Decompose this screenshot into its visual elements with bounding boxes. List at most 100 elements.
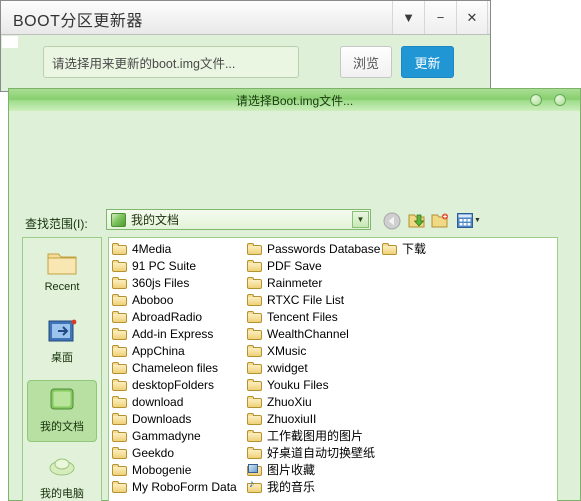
list-item[interactable]: 图片收藏 bbox=[247, 461, 382, 478]
browse-button[interactable]: 浏览 bbox=[340, 46, 392, 78]
folder-icon bbox=[112, 327, 128, 341]
look-in-value: 我的文档 bbox=[131, 213, 180, 227]
list-item[interactable]: 91 PC Suite bbox=[112, 257, 247, 274]
list-item-label: Tencent Files bbox=[267, 309, 338, 324]
back-icon[interactable] bbox=[382, 211, 402, 230]
close-circle-button[interactable] bbox=[554, 94, 566, 106]
list-item[interactable]: My RoboForm Data bbox=[112, 478, 247, 495]
folder-icon bbox=[247, 429, 263, 443]
list-item-label: Add-in Express bbox=[132, 326, 214, 341]
list-item[interactable]: 好桌道自动切换壁纸 bbox=[247, 444, 382, 461]
list-item[interactable]: WealthChannel bbox=[247, 325, 382, 342]
minimize-button[interactable]: − bbox=[424, 1, 456, 34]
boot-img-path-input[interactable]: 请选择用来更新的boot.img文件... bbox=[43, 46, 299, 78]
screen: BOOT分区更新器 ▼ − ✕ 请选择用来更新的boot.img文件... 浏览… bbox=[0, 0, 581, 501]
list-item[interactable]: Geekdo bbox=[112, 444, 247, 461]
list-item[interactable]: Passwords Database bbox=[247, 240, 382, 257]
list-item[interactable]: 下载 bbox=[382, 240, 517, 257]
list-item[interactable]: 4Media bbox=[112, 240, 247, 257]
pictures-folder-icon bbox=[247, 463, 263, 477]
list-item[interactable]: download bbox=[112, 393, 247, 410]
file-chooser-dialog: 请选择Boot.img文件... 查找范围(I): 我的文档 ▼ ▼ Recen… bbox=[8, 88, 581, 501]
list-item[interactable]: Downloads bbox=[112, 410, 247, 427]
views-chevron-down-icon[interactable]: ▼ bbox=[474, 217, 481, 224]
folder-icon bbox=[112, 242, 128, 256]
my-documents-icon bbox=[45, 385, 79, 415]
sidebar-item-my-documents[interactable]: 我的文档 bbox=[27, 380, 97, 442]
list-item-label: AbroadRadio bbox=[132, 309, 203, 324]
folder-icon bbox=[247, 327, 263, 341]
list-item[interactable]: Gammadyne bbox=[112, 427, 247, 444]
list-item[interactable]: XMusic bbox=[247, 342, 382, 359]
look-in-label: 查找范围(I): bbox=[25, 217, 88, 231]
list-item-label: 360js Files bbox=[132, 275, 190, 290]
list-item-label: 好桌道自动切换壁纸 bbox=[267, 446, 376, 460]
sidebar-item-recent[interactable]: Recent bbox=[27, 244, 97, 306]
list-item[interactable]: Rainmeter bbox=[247, 274, 382, 291]
list-item[interactable]: Tencent Files bbox=[247, 308, 382, 325]
list-item[interactable]: desktopFolders bbox=[112, 376, 247, 393]
folder-icon bbox=[112, 310, 128, 324]
list-item[interactable]: AppChina bbox=[112, 342, 247, 359]
views-icon[interactable] bbox=[455, 211, 475, 230]
list-item-label: Geekdo bbox=[132, 445, 175, 460]
list-item-label: Chameleon files bbox=[132, 360, 219, 375]
folder-icon bbox=[112, 412, 128, 426]
recent-folder-icon bbox=[45, 248, 79, 278]
list-item[interactable]: 我的音乐 bbox=[247, 478, 382, 495]
boot-updater-window: BOOT分区更新器 ▼ − ✕ 请选择用来更新的boot.img文件... 浏览… bbox=[0, 0, 491, 92]
list-item[interactable]: xwidget bbox=[247, 359, 382, 376]
folder-icon bbox=[112, 361, 128, 375]
folder-icon bbox=[247, 378, 263, 392]
desktop-icon bbox=[45, 316, 79, 346]
folder-icon bbox=[112, 463, 128, 477]
list-item[interactable]: Mobogenie bbox=[112, 461, 247, 478]
list-item[interactable]: Youku Files bbox=[247, 376, 382, 393]
list-item-label: desktopFolders bbox=[132, 377, 215, 392]
folder-icon bbox=[112, 378, 128, 392]
file-list-column: 4Media 91 PC Suite 360js Files Aboboo Abroad… bbox=[112, 240, 247, 495]
list-item-label: Aboboo bbox=[132, 292, 174, 307]
help-circle-button[interactable] bbox=[530, 94, 542, 106]
list-item[interactable]: 360js Files bbox=[112, 274, 247, 291]
file-list[interactable]: 4Media 91 PC Suite 360js Files Aboboo Abroad… bbox=[108, 237, 558, 501]
folder-icon bbox=[112, 276, 128, 290]
sidebar-item-label: Recent bbox=[44, 281, 80, 293]
folder-icon bbox=[247, 395, 263, 409]
list-item[interactable]: Add-in Express bbox=[112, 325, 247, 342]
list-item-label: Passwords Database bbox=[267, 241, 381, 256]
look-in-combobox[interactable]: 我的文档 ▼ bbox=[106, 209, 371, 230]
list-item-label: 我的音乐 bbox=[267, 480, 316, 494]
folder-icon bbox=[247, 446, 263, 460]
list-item-label: PDF Save bbox=[267, 258, 322, 273]
close-button[interactable]: ✕ bbox=[456, 1, 488, 34]
list-item-label: My RoboForm Data bbox=[132, 479, 237, 494]
list-item[interactable]: Chameleon files bbox=[112, 359, 247, 376]
dropdown-menu-button[interactable]: ▼ bbox=[392, 1, 424, 34]
list-item-label: Rainmeter bbox=[267, 275, 323, 290]
list-item[interactable]: ZhuoXiu bbox=[247, 393, 382, 410]
list-item[interactable]: AbroadRadio bbox=[112, 308, 247, 325]
list-item[interactable]: ZhuoxiuII bbox=[247, 410, 382, 427]
sidebar-item-desktop[interactable]: 桌面 bbox=[27, 312, 97, 374]
folder-icon bbox=[112, 429, 128, 443]
list-item[interactable]: PDF Save bbox=[247, 257, 382, 274]
folder-icon bbox=[247, 242, 263, 256]
app-titlebar: BOOT分区更新器 ▼ − ✕ bbox=[1, 1, 490, 35]
sidebar-item-my-computer[interactable]: 我的电脑 bbox=[27, 448, 97, 501]
folder-icon bbox=[247, 310, 263, 324]
chevron-down-icon[interactable]: ▼ bbox=[352, 211, 369, 228]
up-one-level-icon[interactable] bbox=[407, 211, 427, 230]
list-item-label: XMusic bbox=[267, 343, 307, 358]
list-item-label: 图片收藏 bbox=[267, 463, 316, 477]
folder-icon bbox=[112, 480, 128, 494]
new-folder-icon[interactable] bbox=[430, 211, 450, 230]
list-item[interactable]: Aboboo bbox=[112, 291, 247, 308]
list-item[interactable]: 工作截图用的图片 bbox=[247, 427, 382, 444]
folder-icon bbox=[247, 361, 263, 375]
music-folder-icon bbox=[247, 478, 263, 494]
update-button[interactable]: 更新 bbox=[401, 46, 454, 78]
list-item-label: 工作截图用的图片 bbox=[267, 429, 364, 443]
list-item-label: download bbox=[132, 394, 184, 409]
list-item[interactable]: RTXC File List bbox=[247, 291, 382, 308]
